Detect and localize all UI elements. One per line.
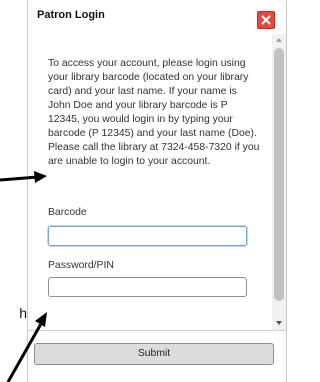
barcode-input[interactable]	[48, 226, 247, 246]
barcode-label: Barcode	[48, 207, 87, 218]
annotation-text: h	[19, 305, 27, 321]
submit-button[interactable]: Submit	[34, 343, 274, 365]
dialog-title: Patron Login	[37, 9, 105, 21]
close-button[interactable]	[257, 11, 275, 29]
close-icon	[261, 15, 271, 25]
scrollbar-thumb[interactable]	[274, 48, 284, 301]
screenshot-stage: h Patron Login To access your account, p…	[0, 0, 295, 382]
chevron-up-icon[interactable]	[276, 38, 282, 42]
dialog-header: Patron Login	[28, 0, 286, 34]
login-instructions: To access your account, please login usi…	[48, 58, 260, 167]
vertical-scrollbar[interactable]	[272, 34, 286, 330]
password-input[interactable]	[48, 277, 247, 297]
dialog-content: To access your account, please login usi…	[28, 34, 274, 330]
chevron-down-icon[interactable]	[276, 321, 282, 325]
password-label: Password/PIN	[48, 260, 114, 271]
dialog-footer: Submit	[28, 330, 286, 382]
patron-login-dialog: Patron Login To access your account, ple…	[27, 0, 287, 382]
